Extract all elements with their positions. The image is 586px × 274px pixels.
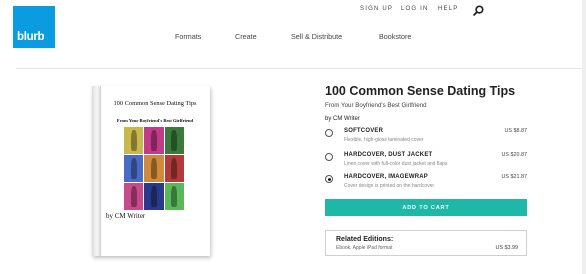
cover-subtitle: From Your Boyfriend's Best Girlfriend (116, 118, 194, 123)
product-subtitle: From Your Boyfriend's Best Girlfriend (325, 102, 427, 109)
option-description: Cover design is printed on the hardcover (344, 183, 435, 189)
cover-image-tile (144, 183, 164, 210)
cover-author: by CM Writer (106, 212, 146, 220)
related-edition-link[interactable]: Ebook, Apple iPad format (336, 245, 392, 251)
option-description: Linen cover with full-color dust jacket … (344, 161, 448, 167)
radio-hardcover-dust-jacket[interactable] (325, 153, 333, 161)
cover-image-grid (124, 127, 184, 210)
related-edition-price: US $3.99 (495, 245, 518, 251)
cover-image-tile (144, 127, 164, 154)
option-name: HARDCOVER, IMAGEWRAP (344, 174, 429, 180)
header-divider (16, 68, 586, 69)
cover-image-tile (124, 183, 144, 210)
option-description: Flexible, high-gloss laminated cover (344, 137, 424, 143)
nav-create[interactable]: Create (235, 32, 257, 41)
option-name: HARDCOVER, DUST JACKET (344, 152, 433, 158)
cover-title: 100 Common Sense Dating Tips (113, 100, 197, 107)
format-option-softcover[interactable]: SOFTCOVER Flexible, high-gloss laminated… (325, 127, 527, 149)
log-in-link[interactable]: LOG IN (401, 6, 431, 12)
related-editions-title: Related Editions: (336, 236, 394, 243)
cover-image-tile (164, 155, 184, 182)
nav-bookstore[interactable]: Bookstore (379, 32, 411, 41)
cover-image-tile (144, 155, 164, 182)
utility-nav: SIGN UP LOG IN HELP (360, 6, 457, 12)
logo-text: blurb (17, 31, 45, 43)
nav-formats[interactable]: Formats (175, 32, 201, 41)
cover-image-tile (124, 155, 144, 182)
product-title: 100 Common Sense Dating Tips (325, 84, 516, 98)
option-price: US $20.87 (501, 152, 527, 158)
nav-sell-distribute[interactable]: Sell & Distribute (291, 32, 342, 41)
blurb-logo[interactable]: blurb (13, 6, 55, 48)
radio-hardcover-imagewrap[interactable] (325, 175, 333, 183)
option-name: SOFTCOVER (344, 128, 384, 134)
scrollbar[interactable] (582, 0, 586, 274)
cover-image-tile (124, 127, 144, 154)
option-price: US $21.87 (501, 174, 527, 180)
option-price: US $8.87 (504, 128, 527, 134)
add-to-cart-button[interactable]: ADD TO CART (325, 199, 527, 216)
sign-up-link[interactable]: SIGN UP (360, 6, 400, 12)
cover-image-tile (164, 127, 184, 154)
product-author: by CM Writer (325, 116, 360, 122)
format-option-hardcover-dust-jacket[interactable]: HARDCOVER, DUST JACKET Linen cover with … (325, 151, 527, 173)
search-icon[interactable] (473, 5, 484, 16)
help-link[interactable]: HELP (438, 6, 468, 12)
book-spine (92, 86, 100, 256)
related-editions-box: Related Editions: Ebook, Apple iPad form… (325, 230, 527, 256)
format-option-hardcover-imagewrap[interactable]: HARDCOVER, IMAGEWRAP Cover design is pri… (325, 173, 527, 195)
radio-softcover[interactable] (325, 129, 333, 137)
cover-image-tile (164, 183, 184, 210)
